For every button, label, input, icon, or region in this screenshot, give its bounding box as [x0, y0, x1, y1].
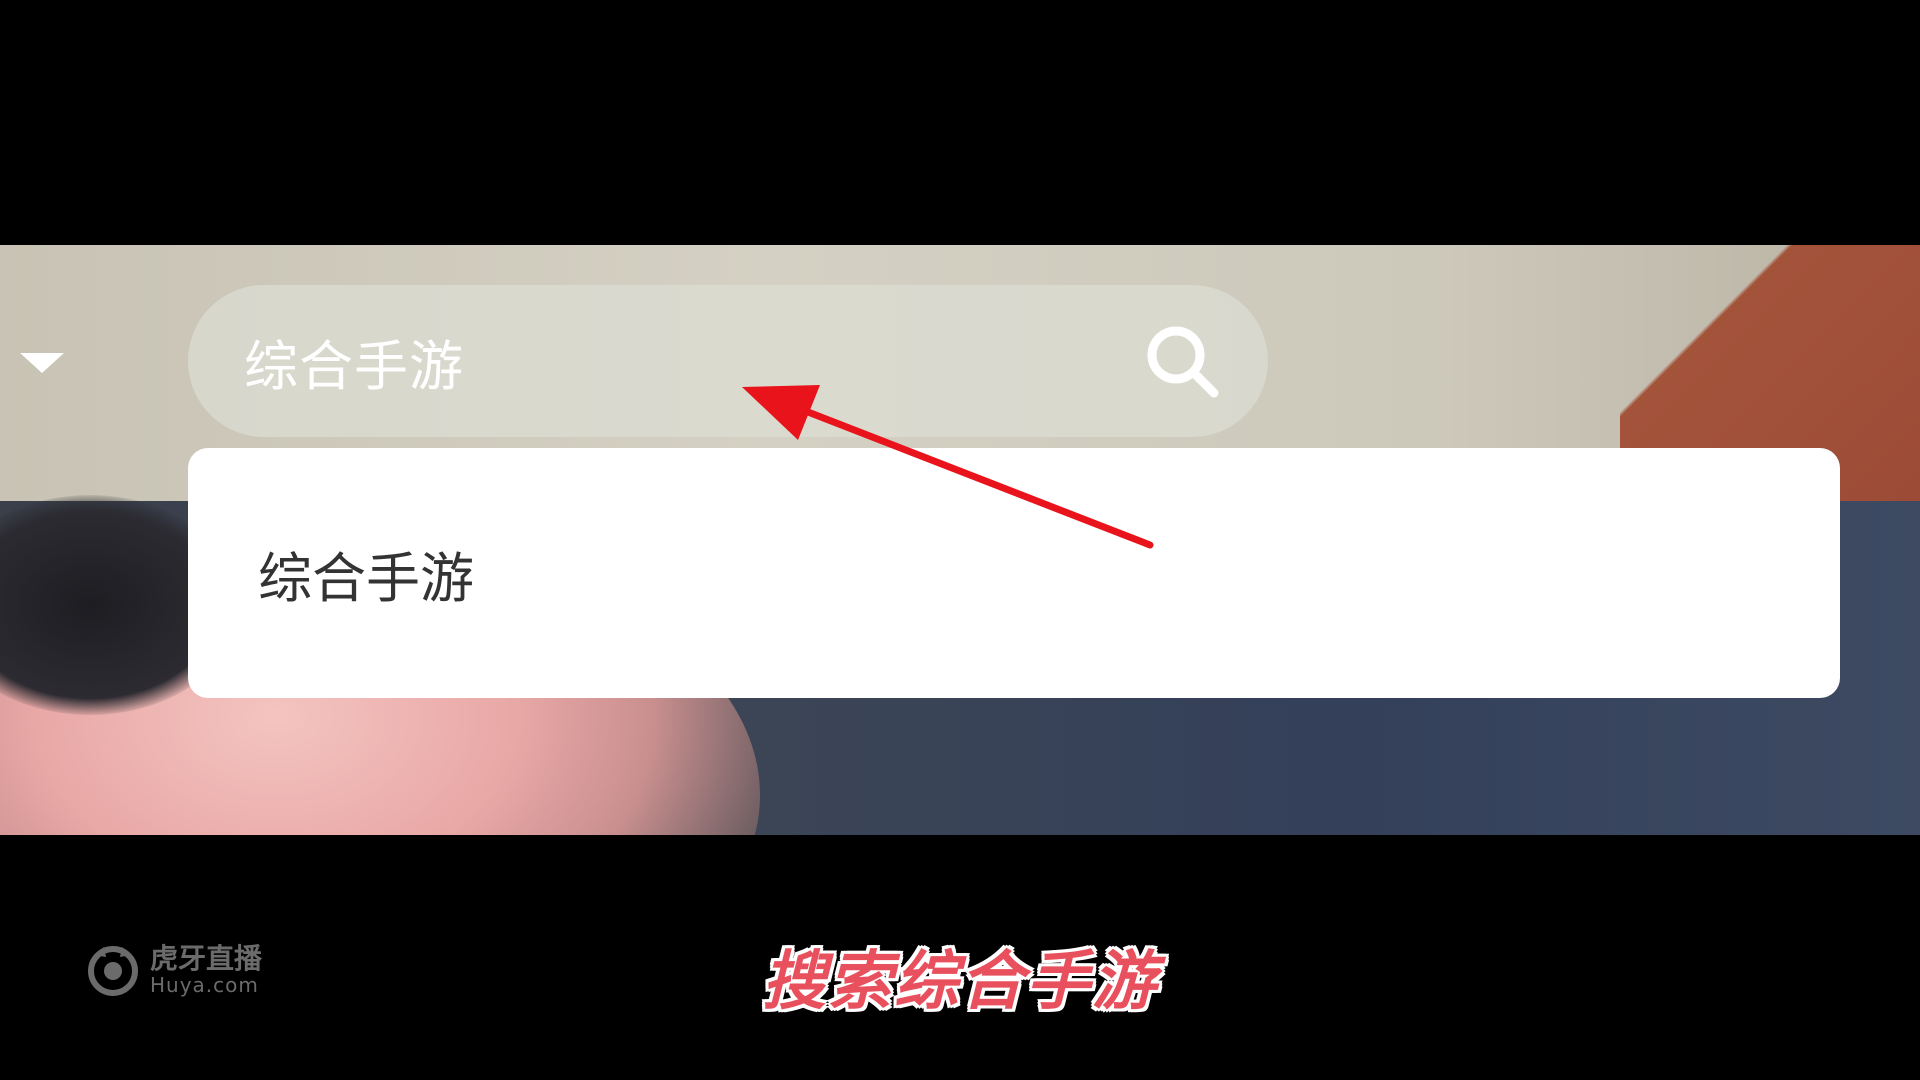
search-box[interactable]: 综合手游 — [188, 285, 1268, 437]
video-caption: 搜索综合手游 — [762, 945, 1158, 1019]
letterbox-top — [0, 0, 1920, 245]
category-dropdown-caret-icon[interactable] — [20, 353, 64, 373]
video-frame: 综合手游 综合手游 — [0, 245, 1920, 835]
search-icon[interactable] — [1142, 321, 1222, 401]
search-input[interactable]: 综合手游 — [244, 285, 1064, 437]
suggestion-item[interactable]: 综合手游 — [258, 518, 1758, 628]
search-suggestions-panel: 综合手游 — [188, 448, 1840, 698]
